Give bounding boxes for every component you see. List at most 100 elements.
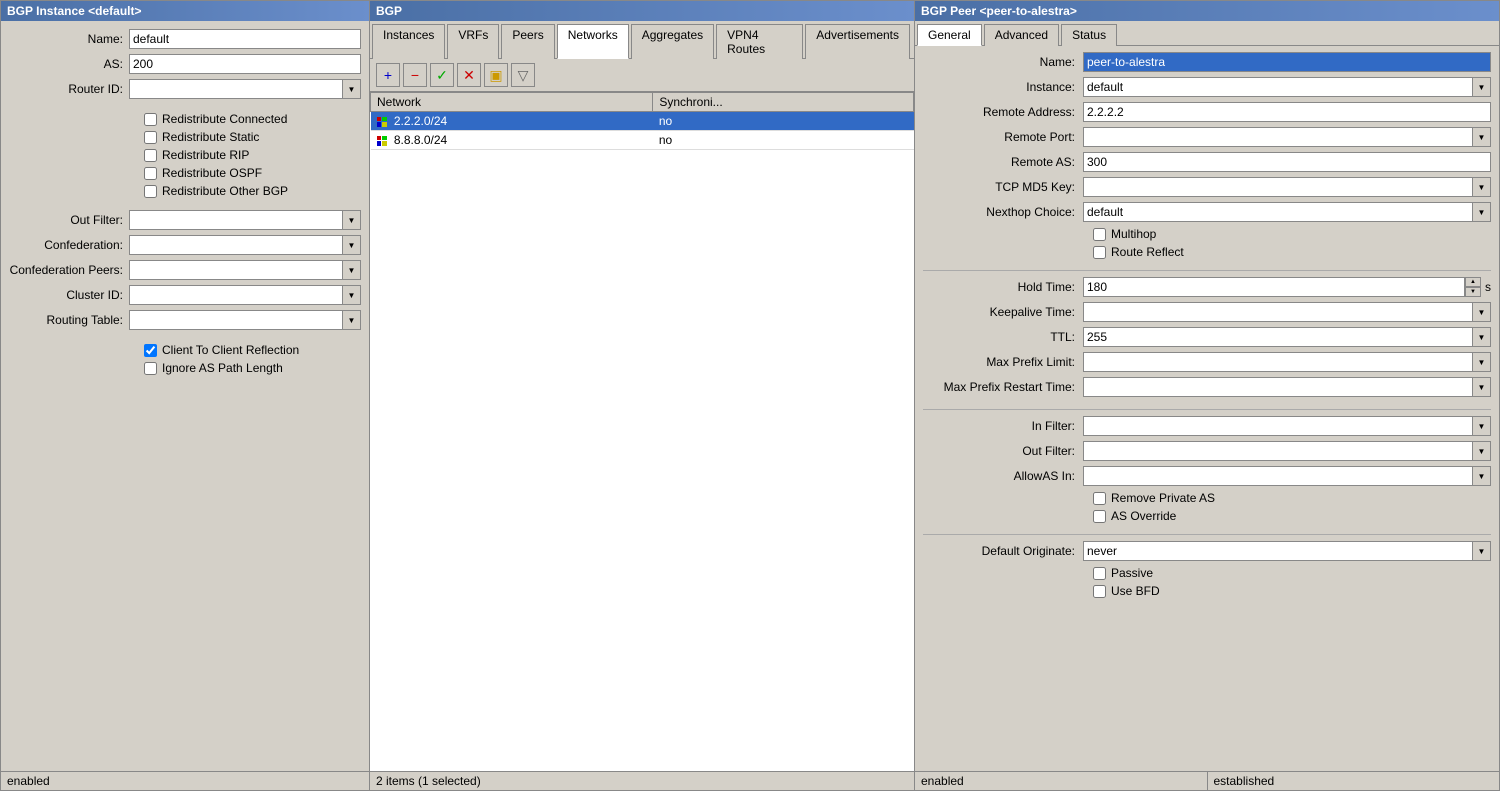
cluster-id-input[interactable] xyxy=(129,285,343,305)
peer-allow-as-dropdown[interactable]: ▼ xyxy=(1473,466,1491,486)
peer-keepalive-input[interactable] xyxy=(1083,302,1473,322)
peer-name-input[interactable] xyxy=(1083,52,1491,72)
redistribute-static-label: Redistribute Static xyxy=(162,130,259,144)
peer-in-filter-field: ▼ xyxy=(1083,416,1491,436)
router-id-dropdown[interactable]: ▼ xyxy=(343,79,361,99)
redistribute-static-check[interactable] xyxy=(144,131,157,144)
name-input[interactable] xyxy=(129,29,361,49)
tab-advanced[interactable]: Advanced xyxy=(984,24,1059,46)
remove-button[interactable]: − xyxy=(403,63,427,87)
peer-out-filter-input[interactable] xyxy=(1083,441,1473,461)
peer-nexthop-input[interactable] xyxy=(1083,202,1473,222)
peer-remove-private-as-check[interactable] xyxy=(1093,492,1106,505)
peer-remote-as-input[interactable] xyxy=(1083,152,1491,172)
peer-tcp-md5-input[interactable] xyxy=(1083,177,1473,197)
peer-default-originate-input[interactable] xyxy=(1083,541,1473,561)
peer-default-originate-row: Default Originate: ▼ xyxy=(923,541,1491,561)
peer-route-reflect-label: Route Reflect xyxy=(1111,245,1184,259)
out-filter-dropdown[interactable]: ▼ xyxy=(343,210,361,230)
redistribute-ospf-check[interactable] xyxy=(144,167,157,180)
peer-keepalive-dropdown[interactable]: ▼ xyxy=(1473,302,1491,322)
peer-default-originate-label: Default Originate: xyxy=(923,544,1083,558)
network-icon xyxy=(377,136,387,146)
hold-time-unit: s xyxy=(1481,280,1491,294)
peer-default-originate-dropdown[interactable]: ▼ xyxy=(1473,541,1491,561)
out-filter-field: ▼ xyxy=(129,210,361,230)
peer-instance-input[interactable] xyxy=(1083,77,1473,97)
redistribute-connected-check[interactable] xyxy=(144,113,157,126)
hold-time-down[interactable]: ▼ xyxy=(1465,287,1481,297)
confederation-peers-input[interactable] xyxy=(129,260,343,280)
cluster-id-dropdown[interactable]: ▼ xyxy=(343,285,361,305)
peer-max-prefix-restart-input[interactable] xyxy=(1083,377,1473,397)
table-row[interactable]: 8.8.8.0/24 no xyxy=(371,131,914,150)
peer-ttl-input[interactable] xyxy=(1083,327,1473,347)
tab-advertisements[interactable]: Advertisements xyxy=(805,24,910,59)
peer-as-override-row: AS Override xyxy=(923,509,1491,523)
redistribute-other-bgp-row: Redistribute Other BGP xyxy=(9,184,361,198)
peer-use-bfd-check[interactable] xyxy=(1093,585,1106,598)
name-label: Name: xyxy=(9,32,129,46)
peer-as-override-check[interactable] xyxy=(1093,510,1106,523)
peer-out-filter-dropdown[interactable]: ▼ xyxy=(1473,441,1491,461)
peer-ttl-field: ▼ xyxy=(1083,327,1491,347)
routing-table-row: Routing Table: ▼ xyxy=(9,310,361,330)
tab-peers[interactable]: Peers xyxy=(501,24,554,59)
cancel-button[interactable]: ✕ xyxy=(457,63,481,87)
right-status-right: established xyxy=(1208,772,1500,790)
peer-passive-check[interactable] xyxy=(1093,567,1106,580)
peer-in-filter-dropdown[interactable]: ▼ xyxy=(1473,416,1491,436)
as-input[interactable] xyxy=(129,54,361,74)
tab-vrfs[interactable]: VRFs xyxy=(447,24,499,59)
tab-general[interactable]: General xyxy=(917,24,982,46)
redistribute-other-bgp-check[interactable] xyxy=(144,185,157,198)
peer-remote-port-dropdown[interactable]: ▼ xyxy=(1473,127,1491,147)
peer-max-prefix-restart-dropdown[interactable]: ▼ xyxy=(1473,377,1491,397)
peer-remote-address-input[interactable] xyxy=(1083,102,1491,122)
filter-button[interactable]: ▽ xyxy=(511,63,535,87)
out-filter-label: Out Filter: xyxy=(9,213,129,227)
out-filter-input[interactable] xyxy=(129,210,343,230)
confederation-input[interactable] xyxy=(129,235,343,255)
peer-max-prefix-dropdown[interactable]: ▼ xyxy=(1473,352,1491,372)
sync-cell: no xyxy=(653,112,914,131)
peer-nexthop-row: Nexthop Choice: ▼ xyxy=(923,202,1491,222)
ignore-as-path-check[interactable] xyxy=(144,362,157,375)
confederation-dropdown[interactable]: ▼ xyxy=(343,235,361,255)
peer-instance-dropdown[interactable]: ▼ xyxy=(1473,77,1491,97)
tab-instances[interactable]: Instances xyxy=(372,24,445,59)
client-to-client-check[interactable] xyxy=(144,344,157,357)
peer-hold-time-input[interactable] xyxy=(1083,277,1465,297)
tab-vpn4-routes[interactable]: VPN4 Routes xyxy=(716,24,803,59)
peer-remove-private-as-label: Remove Private AS xyxy=(1111,491,1215,505)
peer-remote-port-input[interactable] xyxy=(1083,127,1473,147)
routing-table-input[interactable] xyxy=(129,310,343,330)
peer-nexthop-dropdown[interactable]: ▼ xyxy=(1473,202,1491,222)
peer-max-prefix-input[interactable] xyxy=(1083,352,1473,372)
peer-allow-as-input[interactable] xyxy=(1083,466,1473,486)
router-id-input[interactable] xyxy=(129,79,343,99)
confederation-peers-label: Confederation Peers: xyxy=(9,263,129,277)
tab-status[interactable]: Status xyxy=(1061,24,1117,46)
confederation-peers-dropdown[interactable]: ▼ xyxy=(343,260,361,280)
add-button[interactable]: + xyxy=(376,63,400,87)
routing-table-dropdown[interactable]: ▼ xyxy=(343,310,361,330)
apply-button[interactable]: ✓ xyxy=(430,63,454,87)
peer-out-filter-label: Out Filter: xyxy=(923,444,1083,458)
tab-aggregates[interactable]: Aggregates xyxy=(631,24,714,59)
tab-networks[interactable]: Networks xyxy=(557,24,629,59)
peer-multihop-check[interactable] xyxy=(1093,228,1106,241)
ignore-as-path-row: Ignore AS Path Length xyxy=(9,361,361,375)
peer-ttl-dropdown[interactable]: ▼ xyxy=(1473,327,1491,347)
peer-tcp-md5-dropdown[interactable]: ▼ xyxy=(1473,177,1491,197)
hold-time-up[interactable]: ▲ xyxy=(1465,277,1481,287)
peer-allow-as-row: AllowAS In: ▼ xyxy=(923,466,1491,486)
as-label: AS: xyxy=(9,57,129,71)
redistribute-ospf-label: Redistribute OSPF xyxy=(162,166,262,180)
redistribute-rip-check[interactable] xyxy=(144,149,157,162)
peer-in-filter-input[interactable] xyxy=(1083,416,1473,436)
peer-route-reflect-check[interactable] xyxy=(1093,246,1106,259)
info-button[interactable]: ▣ xyxy=(484,63,508,87)
col-sync: Synchroni... xyxy=(653,93,914,112)
table-row[interactable]: 2.2.2.0/24 no xyxy=(371,112,914,131)
